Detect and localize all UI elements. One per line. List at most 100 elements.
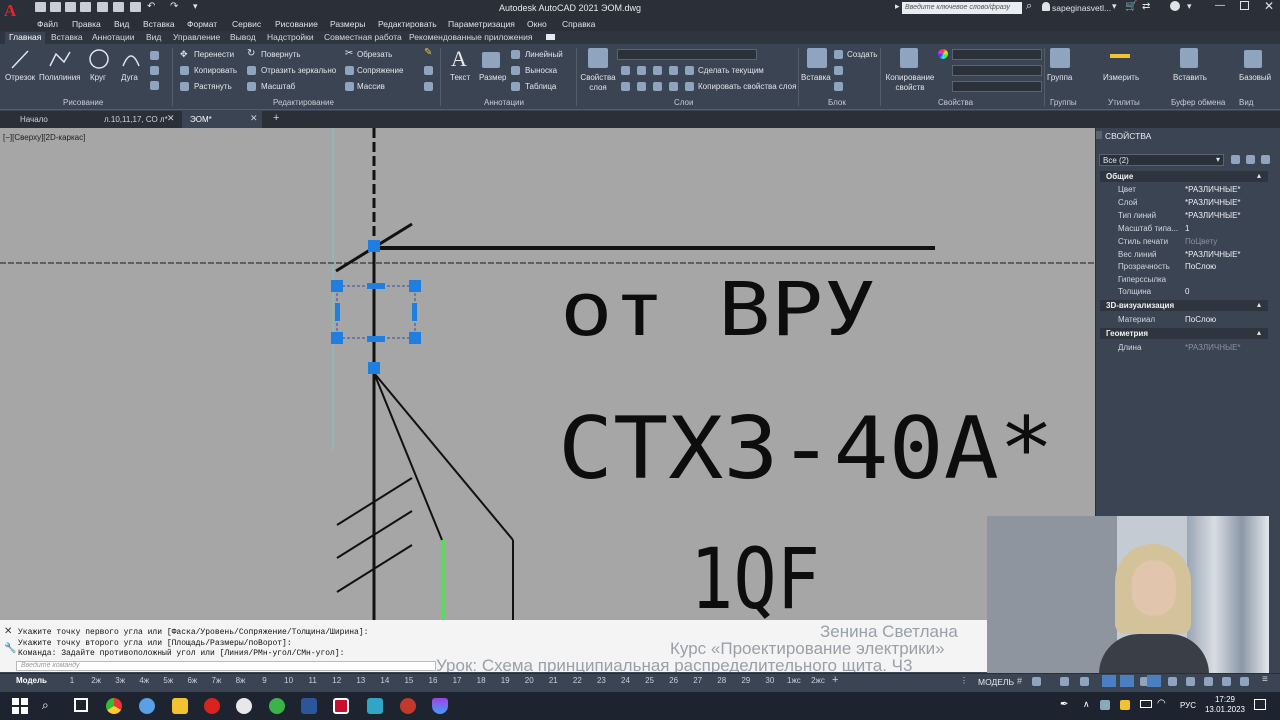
offset-icon[interactable] xyxy=(424,82,433,91)
layer-freeze-icon[interactable] xyxy=(653,66,662,75)
insert-block-icon[interactable] xyxy=(807,48,827,68)
leader-label[interactable]: Выноска xyxy=(525,66,557,75)
recorder-icon[interactable] xyxy=(400,698,416,714)
layout-tab[interactable]: 2ж xyxy=(84,676,108,685)
layout-tab[interactable]: 29 xyxy=(734,676,758,685)
dimension-icon[interactable] xyxy=(482,52,500,68)
text-label[interactable]: Текст xyxy=(450,73,470,82)
layer-properties-label[interactable]: Свойства слоя xyxy=(580,73,616,93)
layout-tab[interactable]: 30 xyxy=(758,676,782,685)
rectangle-icon[interactable] xyxy=(150,51,159,60)
section-geometry[interactable]: Геометрия xyxy=(1100,328,1268,339)
close-command-icon[interactable]: ✕ xyxy=(4,626,12,637)
collapse-icon[interactable]: ▴ xyxy=(1257,328,1261,337)
tray-app-icon[interactable] xyxy=(1100,700,1110,710)
layout-tab[interactable]: 19 xyxy=(493,676,517,685)
layout-tab[interactable]: 9 xyxy=(253,676,277,685)
layout-tab[interactable]: 23 xyxy=(589,676,613,685)
match-properties-label[interactable]: Копирование свойств xyxy=(885,73,935,93)
clock[interactable]: 17:29 13.01.2023 xyxy=(1203,695,1247,715)
modify-panel-title[interactable]: Редактирование xyxy=(273,98,334,107)
prop-value[interactable]: 1 xyxy=(1185,224,1189,233)
layout-tab[interactable]: 10 xyxy=(277,676,301,685)
command-input[interactable]: Введите команду xyxy=(16,661,436,671)
ortho-icon[interactable] xyxy=(1060,677,1069,686)
cart-icon[interactable]: 🛒 xyxy=(1125,1,1137,12)
layout-tab[interactable]: 2жс xyxy=(806,676,830,685)
customize-command-icon[interactable]: 🔧 xyxy=(4,643,16,654)
layout-tab[interactable]: 26 xyxy=(662,676,686,685)
status-menu-icon[interactable]: ⋮ xyxy=(960,676,968,685)
prop-value[interactable]: ПоСлою xyxy=(1185,262,1216,271)
language-indicator[interactable]: РУС xyxy=(1180,701,1196,710)
copy-icon[interactable] xyxy=(180,66,189,75)
group-label[interactable]: Группа xyxy=(1047,73,1072,82)
menu-insert[interactable]: Вставка xyxy=(143,19,175,29)
menu-tools[interactable]: Сервис xyxy=(232,19,261,29)
layout-tab[interactable]: 8ж xyxy=(228,676,252,685)
layer-lock-icon[interactable] xyxy=(669,66,678,75)
measure-label[interactable]: Измерить xyxy=(1103,73,1139,82)
color-wheel-icon[interactable] xyxy=(938,49,948,59)
battery-icon[interactable] xyxy=(1140,700,1152,708)
close-tab-icon[interactable]: ✕ xyxy=(250,113,258,124)
layout-tab[interactable]: 18 xyxy=(469,676,493,685)
scale-icon[interactable] xyxy=(247,82,256,91)
new-tab-icon[interactable]: + xyxy=(273,112,279,124)
move-icon[interactable]: ✥ xyxy=(180,49,188,60)
view-panel-title[interactable]: Вид xyxy=(1239,98,1253,107)
layout-tab[interactable]: 25 xyxy=(638,676,662,685)
line-icon[interactable] xyxy=(10,48,30,70)
measure-icon[interactable] xyxy=(1110,54,1130,58)
plot-icon[interactable] xyxy=(130,2,141,12)
groups-panel-title[interactable]: Группы xyxy=(1050,98,1077,107)
text-icon[interactable]: A xyxy=(451,46,467,72)
menu-parametric[interactable]: Параметризация xyxy=(448,19,515,29)
tray-app-icon[interactable] xyxy=(1120,700,1130,710)
explorer-icon[interactable] xyxy=(172,698,188,714)
drawing-geometry[interactable]: от ВРУ СТХ3-40А* 1QF xyxy=(0,128,1095,620)
layout-tab[interactable]: 6ж xyxy=(180,676,204,685)
explode-icon[interactable] xyxy=(424,66,433,75)
save-icon[interactable] xyxy=(65,2,76,12)
model-space-toggle[interactable]: МОДЕЛЬ xyxy=(978,677,1014,687)
windows-start-icon[interactable] xyxy=(12,698,28,714)
isodraft-icon[interactable] xyxy=(1102,675,1116,687)
color-dropdown[interactable] xyxy=(952,49,1042,60)
scale-label[interactable]: Масштаб xyxy=(261,82,295,91)
search-chevron-icon[interactable]: ▸ xyxy=(895,1,900,12)
drop-app-icon[interactable] xyxy=(432,698,448,714)
create-block-icon[interactable] xyxy=(834,50,843,59)
lineweight-dropdown[interactable] xyxy=(952,65,1042,76)
menu-file[interactable]: Файл xyxy=(37,19,58,29)
drawing-text-from-vru[interactable]: от ВРУ xyxy=(560,267,876,353)
layout-tab[interactable]: 12 xyxy=(325,676,349,685)
trim-icon[interactable]: ✂ xyxy=(345,48,353,59)
customize-status-icon[interactable]: ≡ xyxy=(1262,674,1268,685)
rotate-label[interactable]: Повернуть xyxy=(261,50,301,59)
save-as-icon[interactable] xyxy=(80,2,91,12)
prop-value[interactable]: *РАЗЛИЧНЫЕ* xyxy=(1185,198,1241,207)
notifications-icon[interactable] xyxy=(1254,699,1266,710)
paste-icon[interactable] xyxy=(1180,48,1198,68)
tab-home[interactable]: Главная xyxy=(5,32,46,44)
web-open-icon[interactable] xyxy=(97,2,108,12)
base-view-icon[interactable] xyxy=(1244,50,1262,68)
layout-tab[interactable]: 11 xyxy=(301,676,325,685)
draw-panel-title[interactable]: Рисование xyxy=(63,98,103,107)
edit-block-icon[interactable] xyxy=(834,66,843,75)
layout-tab[interactable]: 1жс xyxy=(782,676,806,685)
annotation-panel-title[interactable]: Аннотации xyxy=(484,98,524,107)
tab-view[interactable]: Вид xyxy=(142,32,165,44)
table-icon[interactable] xyxy=(511,82,520,91)
tab-drawing-sheets[interactable]: л.10,11,17, СО л* xyxy=(96,111,176,128)
object-snap-tracking-icon[interactable] xyxy=(1120,675,1134,687)
tab-start[interactable]: Начало xyxy=(12,111,56,128)
region-icon[interactable] xyxy=(150,81,159,90)
match-properties-icon[interactable] xyxy=(900,48,918,68)
make-current-label[interactable]: Сделать текущим xyxy=(698,66,764,75)
selection-dropdown-icon[interactable]: ▾ xyxy=(1216,155,1220,164)
fillet-label[interactable]: Сопряжение xyxy=(357,66,403,75)
base-view-label[interactable]: Базовый xyxy=(1239,73,1271,82)
circle-icon[interactable] xyxy=(88,48,110,70)
